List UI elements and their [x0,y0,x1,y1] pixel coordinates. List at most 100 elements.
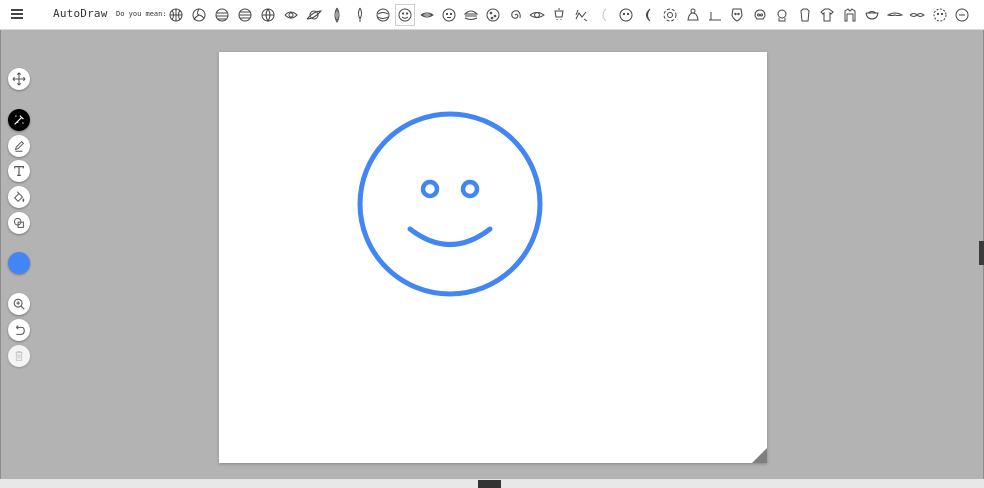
menu-icon[interactable] [9,7,25,21]
cookie-icon [486,8,500,22]
autodraw-wand-icon [14,115,24,125]
suggestion-shirt[interactable] [840,5,860,25]
hamburger-icon [463,10,479,20]
suggestion-crescent-moon[interactable] [638,5,658,25]
clown-icon [800,8,810,22]
suggestion-eye[interactable] [281,5,301,25]
trash-icon [15,351,23,361]
suggestion-snail[interactable] [705,5,725,25]
canvas-resize-handle[interactable] [752,448,767,463]
drawing-canvas[interactable] [219,52,767,463]
suggestion-eyes[interactable] [930,5,950,25]
flower-face-icon [687,8,699,21]
stroller-icon [554,8,564,20]
suggestion-watching-eye[interactable] [527,5,547,25]
shapes-icon [13,217,24,228]
color-picker[interactable] [8,252,30,274]
suggestion-planet[interactable] [304,5,324,25]
suggestion-globe[interactable] [258,5,278,25]
suggestion-boot[interactable] [727,5,747,25]
spiral-icon [511,10,521,19]
suggestion-lips[interactable] [417,5,437,25]
cookie-face-icon [619,8,633,22]
suggestion-steering-wheel[interactable] [660,5,680,25]
zoom-tool[interactable] [8,293,30,315]
delete-tool[interactable] [8,345,30,367]
undo-icon [16,325,25,335]
app-title: AutoDraw [53,7,108,20]
globe-icon [261,8,275,22]
bottom-panel-handle[interactable] [478,480,501,488]
pencil-icon [14,140,25,152]
suggestion-striped-ball[interactable] [212,5,232,25]
left-eye [420,179,440,199]
side-panel-handle[interactable] [979,241,984,265]
tshirt-icon [820,8,834,22]
eyes-icon [933,8,947,22]
suggestion-cookie-round[interactable] [952,5,972,25]
crab-icon [575,9,588,22]
watching-eye-icon [529,12,545,18]
draw-tool[interactable] [8,135,30,157]
moon-light-icon [602,8,607,22]
volleyball-icon [192,8,206,22]
move-tool[interactable] [8,68,30,90]
suggestion-spiral[interactable] [505,5,525,25]
undo-tool[interactable] [8,319,30,341]
fill-tool[interactable] [8,186,30,208]
skull-icon [754,9,766,20]
suggestion-puzzle-piece[interactable] [772,5,792,25]
suggestion-hamburger[interactable] [461,5,481,25]
suggestion-flower-face[interactable] [683,5,703,25]
suggestion-skull[interactable] [750,5,770,25]
zoom-in-icon [13,298,25,310]
suggestion-face[interactable] [439,5,459,25]
suggestion-jacket[interactable] [862,5,882,25]
cake-icon [376,8,390,22]
top-bar: AutoDraw Do you mean: [0,0,984,30]
face-outline [357,111,543,297]
suggestion-clown[interactable] [795,5,815,25]
suggestion-cookie[interactable] [483,5,503,25]
suggestion-stroller[interactable] [549,5,569,25]
move-arrows-icon [12,72,26,86]
eye-icon [284,11,298,19]
mustache-icon [909,13,925,17]
suggestion-striped-circle[interactable] [235,5,255,25]
shape-tool[interactable] [8,212,30,234]
suggestion-volleyball[interactable] [189,5,209,25]
bowl-icon [887,12,903,16]
striped-ball-icon [215,8,229,22]
crescent-moon-icon [646,8,651,22]
autodraw-tool[interactable] [8,109,30,131]
basketball-icon [169,8,183,22]
shirt-icon [844,8,856,22]
puzzle-piece-icon [777,9,787,22]
suggestion-bowl[interactable] [885,5,905,25]
steering-wheel-icon [663,8,677,22]
suggestion-diamond-leaf[interactable] [327,5,347,25]
suggestion-feather[interactable] [350,5,370,25]
text-t-icon [14,166,24,176]
suggestion-cake[interactable] [373,5,393,25]
right-eye [460,179,480,199]
lips-icon [420,12,434,18]
suggestions-label: Do you mean: [116,10,167,18]
type-tool[interactable] [8,160,30,182]
snail-icon [709,12,721,21]
suggestion-basketball[interactable] [166,5,186,25]
suggestion-smiley-face[interactable] [395,4,415,26]
paint-bucket-icon [13,191,25,203]
diamond-leaf-icon [334,7,340,23]
smiley-face-drawing [357,111,543,297]
suggestion-mustache[interactable] [907,5,927,25]
suggestion-tshirt[interactable] [817,5,837,25]
jacket-icon [865,11,879,20]
boot-icon [731,8,743,22]
suggestion-cookie-face[interactable] [616,5,636,25]
suggestion-crab[interactable] [571,5,591,25]
striped-circle-icon [238,8,252,22]
face-icon [442,8,456,22]
suggestion-moon-light[interactable] [594,5,614,25]
feather-icon [358,7,362,22]
